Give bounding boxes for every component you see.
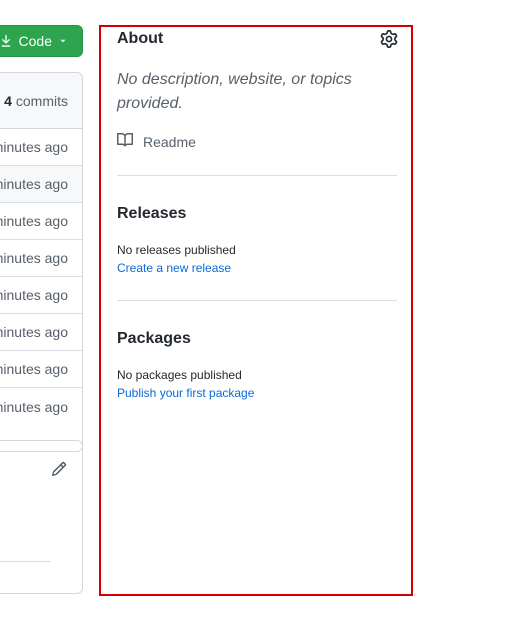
file-row[interactable]: minutes ago bbox=[0, 129, 82, 166]
file-list: 4 commits minutes ago minutes ago minute… bbox=[0, 72, 83, 452]
book-icon bbox=[117, 132, 134, 151]
divider bbox=[117, 300, 397, 301]
file-row[interactable]: minutes ago bbox=[0, 351, 82, 388]
file-row[interactable]: minutes ago bbox=[0, 277, 82, 314]
file-row-time: minutes ago bbox=[0, 250, 68, 266]
releases-title[interactable]: Releases bbox=[117, 205, 186, 223]
file-row-time: minutes ago bbox=[0, 213, 68, 229]
download-icon bbox=[0, 34, 13, 48]
commits-count: 4 bbox=[4, 92, 12, 109]
gear-icon[interactable] bbox=[380, 30, 398, 48]
publish-package-link[interactable]: Publish your first package bbox=[117, 386, 254, 400]
file-row-time: minutes ago bbox=[0, 139, 68, 155]
pencil-icon[interactable] bbox=[51, 461, 67, 482]
file-row-time: minutes ago bbox=[0, 324, 68, 340]
file-row-time: minutes ago bbox=[0, 361, 68, 377]
create-release-link[interactable]: Create a new release bbox=[117, 261, 231, 275]
commits-link[interactable]: 4 commits bbox=[0, 73, 82, 129]
file-row-time: minutes ago bbox=[0, 398, 68, 415]
about-description: No description, website, or topics provi… bbox=[117, 71, 352, 112]
packages-status: No packages published bbox=[117, 368, 242, 382]
readme-label: Readme bbox=[143, 133, 196, 150]
readme-link[interactable]: Readme bbox=[117, 132, 196, 151]
file-row[interactable]: minutes ago bbox=[0, 240, 82, 277]
file-row[interactable]: minutes ago bbox=[0, 388, 82, 425]
code-button-label: Code bbox=[18, 33, 52, 49]
readme-panel bbox=[0, 440, 83, 594]
file-row[interactable]: minutes ago bbox=[0, 203, 82, 240]
file-row-time: minutes ago bbox=[0, 287, 68, 303]
commits-label: commits bbox=[15, 92, 68, 109]
chevron-down-icon bbox=[58, 36, 68, 46]
divider bbox=[117, 175, 397, 176]
file-row-time: minutes ago bbox=[0, 176, 68, 192]
code-button[interactable]: Code bbox=[0, 25, 83, 57]
about-title: About bbox=[117, 30, 164, 47]
file-row[interactable]: minutes ago bbox=[0, 314, 82, 351]
repo-sidebar: About No description, website, or topics… bbox=[99, 25, 413, 596]
releases-status: No releases published bbox=[117, 243, 236, 257]
file-row[interactable]: minutes ago bbox=[0, 166, 82, 203]
divider bbox=[0, 561, 51, 562]
packages-title[interactable]: Packages bbox=[117, 330, 191, 348]
repo-page: Code 4 commits minutes ago minutes ago m… bbox=[0, 0, 512, 620]
